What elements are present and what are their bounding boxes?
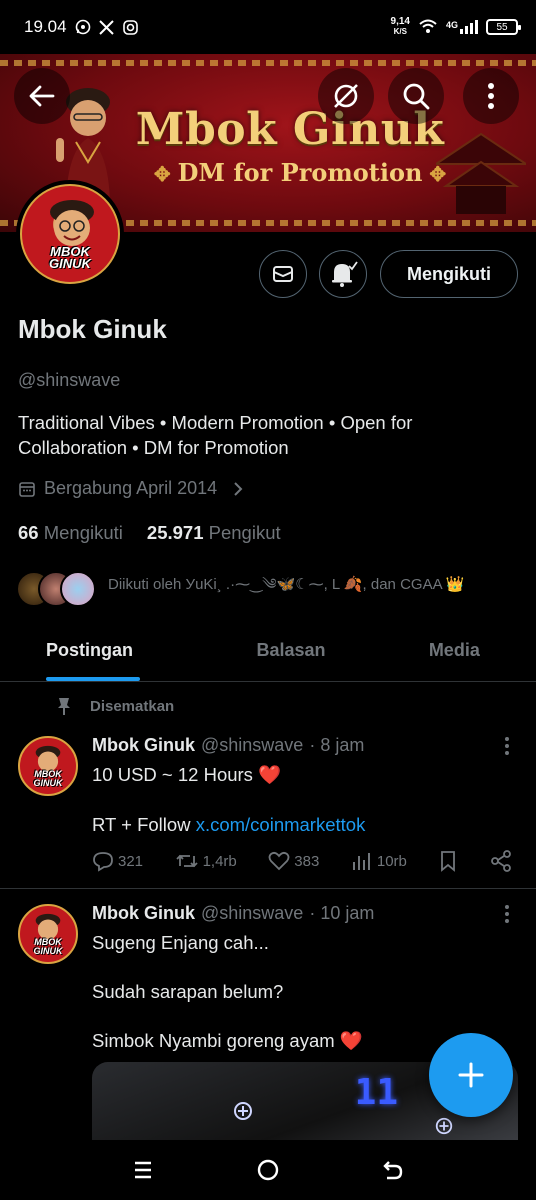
profile-tabs: Postingan Balasan Media [0, 620, 536, 682]
plus-circle-icon [234, 1102, 252, 1120]
bell-check-icon [332, 261, 358, 287]
post-more-button[interactable] [504, 904, 510, 929]
join-date: Bergabung April 2014 [18, 478, 245, 499]
post-more-button[interactable] [504, 736, 510, 761]
system-navigation-bar [0, 1140, 536, 1200]
like-button[interactable]: 383 [268, 850, 319, 872]
home-icon[interactable] [256, 1158, 280, 1182]
pin-icon [58, 698, 70, 715]
search-icon [403, 83, 430, 110]
wifi-icon [418, 18, 438, 37]
banner-pagoda-illustration [436, 132, 526, 214]
post-author-handle: @shinswave [201, 735, 304, 755]
post-text: 10 USD ~ 12 Hours ❤️ RT + Follow x.com/c… [92, 764, 366, 835]
following-button[interactable]: Mengikuti [380, 250, 518, 298]
pinned-indicator: Disematkan [56, 696, 174, 716]
envelope-icon [273, 266, 293, 282]
banner-subtitle: ✥ DM for Promotion ✥ [153, 158, 447, 187]
more-options-button[interactable] [463, 68, 519, 124]
calendar-icon [19, 481, 35, 497]
grok-icon [334, 84, 358, 108]
message-button[interactable] [259, 250, 307, 298]
bookmark-button[interactable] [438, 850, 458, 872]
profile-handle: @shinswave [18, 370, 121, 390]
post-author-name[interactable]: Mbok Ginuk [92, 735, 195, 756]
avatar [60, 571, 96, 607]
avatar-text: MBOK GINUK [49, 244, 91, 271]
views-button[interactable]: 10rb [351, 850, 407, 872]
repost-button[interactable]: 1,4rb [175, 850, 237, 872]
followed-by[interactable]: Diikuti oleh УuKi¸ .·⁓‿༄🦋☾⁓, L 🍂, dan CG… [16, 568, 465, 610]
more-vertical-icon [505, 737, 509, 755]
follow-stats: 66 Mengikuti 25.971 Pengikut [18, 522, 281, 544]
back-button[interactable] [14, 68, 70, 124]
post-author-handle: @shinswave [201, 903, 304, 923]
post-header: Mbok Ginuk @shinswave · 10 jam [92, 903, 374, 924]
post-avatar[interactable]: MBOK GINUK [18, 904, 78, 964]
battery-indicator: 55 [486, 19, 521, 35]
notifications-button[interactable] [319, 250, 367, 298]
tab-posts[interactable]: Postingan [0, 620, 209, 681]
bookmark-icon [441, 851, 456, 872]
heart-emoji-icon: ❤️ [339, 1030, 363, 1051]
repost-icon [175, 854, 198, 868]
post-link[interactable]: x.com/coinmarkettok [196, 814, 366, 835]
network-speed: 9,14 K/S [390, 16, 410, 37]
arrow-left-icon [29, 85, 55, 107]
divider [0, 888, 536, 889]
post-time[interactable]: · 10 jam [309, 903, 374, 924]
profile-bio: Traditional Vibes • Modern Promotion • O… [18, 412, 413, 458]
media-display-digits: 11 [354, 1072, 398, 1113]
followers-stat[interactable]: 25.971 Pengikut [147, 522, 281, 544]
share-button[interactable] [490, 850, 512, 872]
reply-button[interactable]: 321 [92, 850, 143, 872]
search-button[interactable] [388, 68, 444, 124]
cell-signal-icon: 4G [446, 20, 478, 34]
post-time[interactable]: · 8 jam [309, 735, 364, 756]
post-avatar[interactable]: MBOK GINUK [18, 736, 78, 796]
plus-icon [458, 1062, 484, 1088]
tab-media[interactable]: Media [373, 620, 536, 681]
status-bar: 19.04 9,14 K/S 4G 55 [0, 0, 536, 54]
reply-icon [93, 852, 113, 872]
post-text: Sugeng Enjang cah... Sudah sarapan belum… [92, 932, 363, 1051]
tab-replies[interactable]: Balasan [209, 620, 372, 681]
instagram-icon [123, 19, 139, 35]
analytics-icon [352, 853, 370, 870]
heart-emoji-icon: ❤️ [258, 764, 282, 785]
more-vertical-icon [505, 905, 509, 923]
x-logo-icon [99, 19, 115, 35]
clock: 19.04 [24, 17, 67, 36]
grok-button[interactable] [318, 68, 374, 124]
compose-post-button[interactable] [429, 1033, 513, 1117]
back-nav-icon[interactable] [381, 1158, 405, 1182]
heart-icon [268, 851, 290, 871]
post-header: Mbok Ginuk @shinswave · 8 jam [92, 735, 364, 756]
recent-apps-icon[interactable] [131, 1158, 155, 1182]
post-actions: 321 1,4rb 383 10rb [92, 850, 512, 872]
plus-circle-icon [435, 1117, 453, 1135]
more-vertical-icon [488, 83, 494, 109]
followed-by-avatars [16, 571, 96, 607]
profile-name: Mbok Ginuk [18, 314, 167, 344]
post-author-name[interactable]: Mbok Ginuk [92, 903, 195, 924]
profile-avatar[interactable]: MBOK GINUK [16, 180, 124, 288]
share-icon [491, 850, 511, 872]
whatsapp-icon [75, 19, 91, 35]
following-stat[interactable]: 66 Mengikuti [18, 522, 123, 544]
chevron-right-icon[interactable] [231, 480, 245, 498]
